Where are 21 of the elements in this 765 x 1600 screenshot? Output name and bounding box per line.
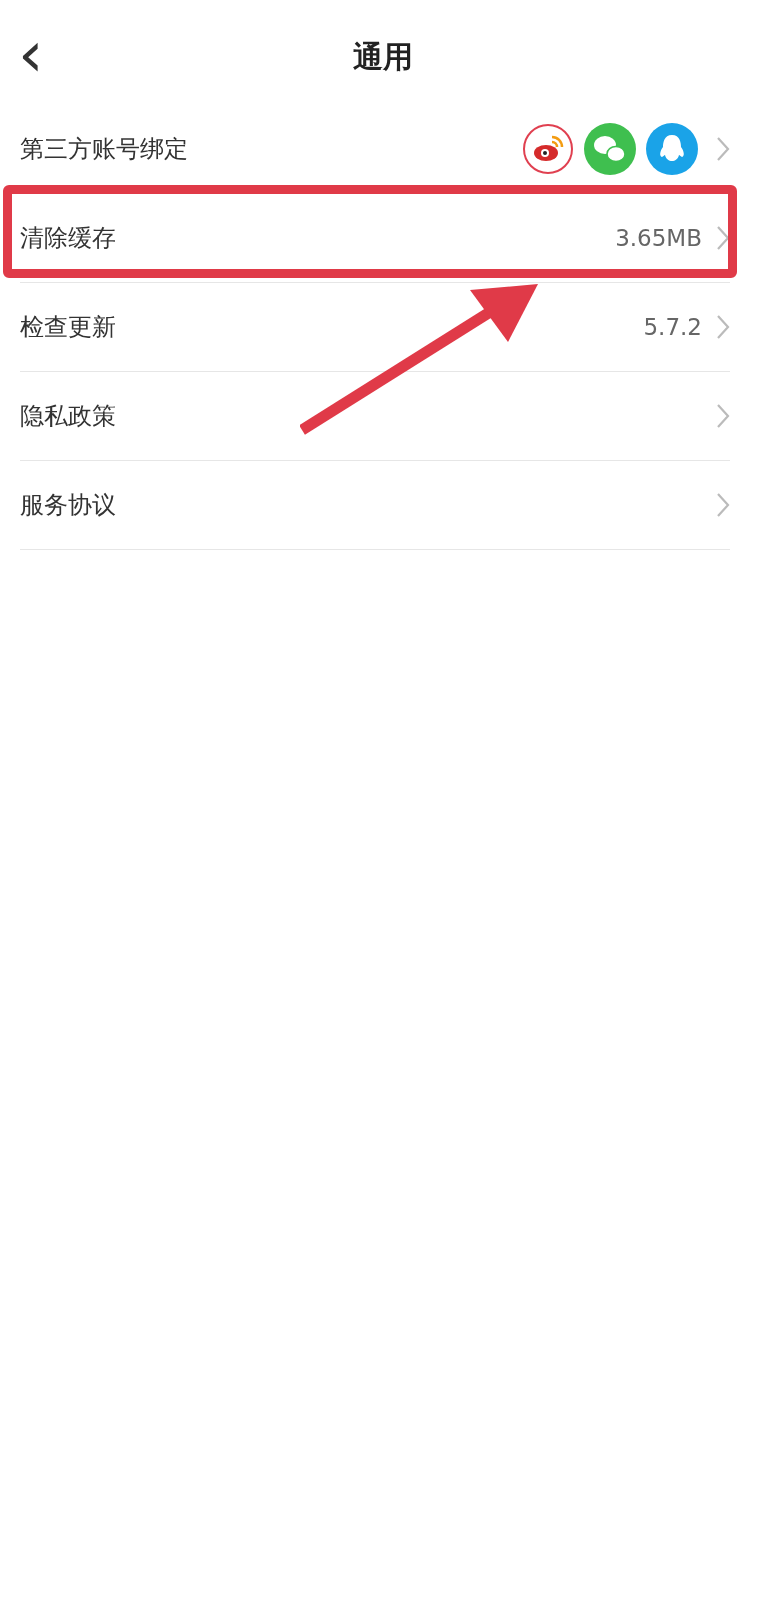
settings-row[interactable]: 隐私政策 bbox=[20, 372, 730, 461]
settings-row[interactable]: 服务协议 bbox=[20, 461, 730, 550]
row-label: 清除缓存 bbox=[20, 223, 117, 254]
chevron-right-icon bbox=[716, 136, 730, 162]
row-value: 3.65MB bbox=[615, 225, 702, 251]
row-label: 检查更新 bbox=[20, 312, 117, 343]
settings-row[interactable]: 清除缓存 3.65MB bbox=[20, 194, 730, 283]
chevron-right-icon bbox=[716, 225, 730, 251]
row-label: 第三方账号绑定 bbox=[20, 134, 189, 165]
chevron-right-icon bbox=[716, 492, 730, 518]
chevron-right-icon bbox=[716, 403, 730, 429]
row-label: 服务协议 bbox=[20, 490, 117, 521]
back-button[interactable]: ‹ bbox=[12, 28, 50, 80]
chat-bubbles-icon[interactable] bbox=[584, 123, 636, 175]
page-title: 通用 bbox=[352, 38, 413, 76]
chevron-right-icon bbox=[716, 314, 730, 340]
settings-row[interactable]: 第三方账号绑定 bbox=[20, 105, 730, 194]
row-label: 隐私政策 bbox=[20, 401, 117, 432]
row-value: 5.7.2 bbox=[643, 314, 702, 340]
weibo-icon[interactable] bbox=[522, 123, 574, 175]
penguin-icon[interactable] bbox=[646, 123, 698, 175]
